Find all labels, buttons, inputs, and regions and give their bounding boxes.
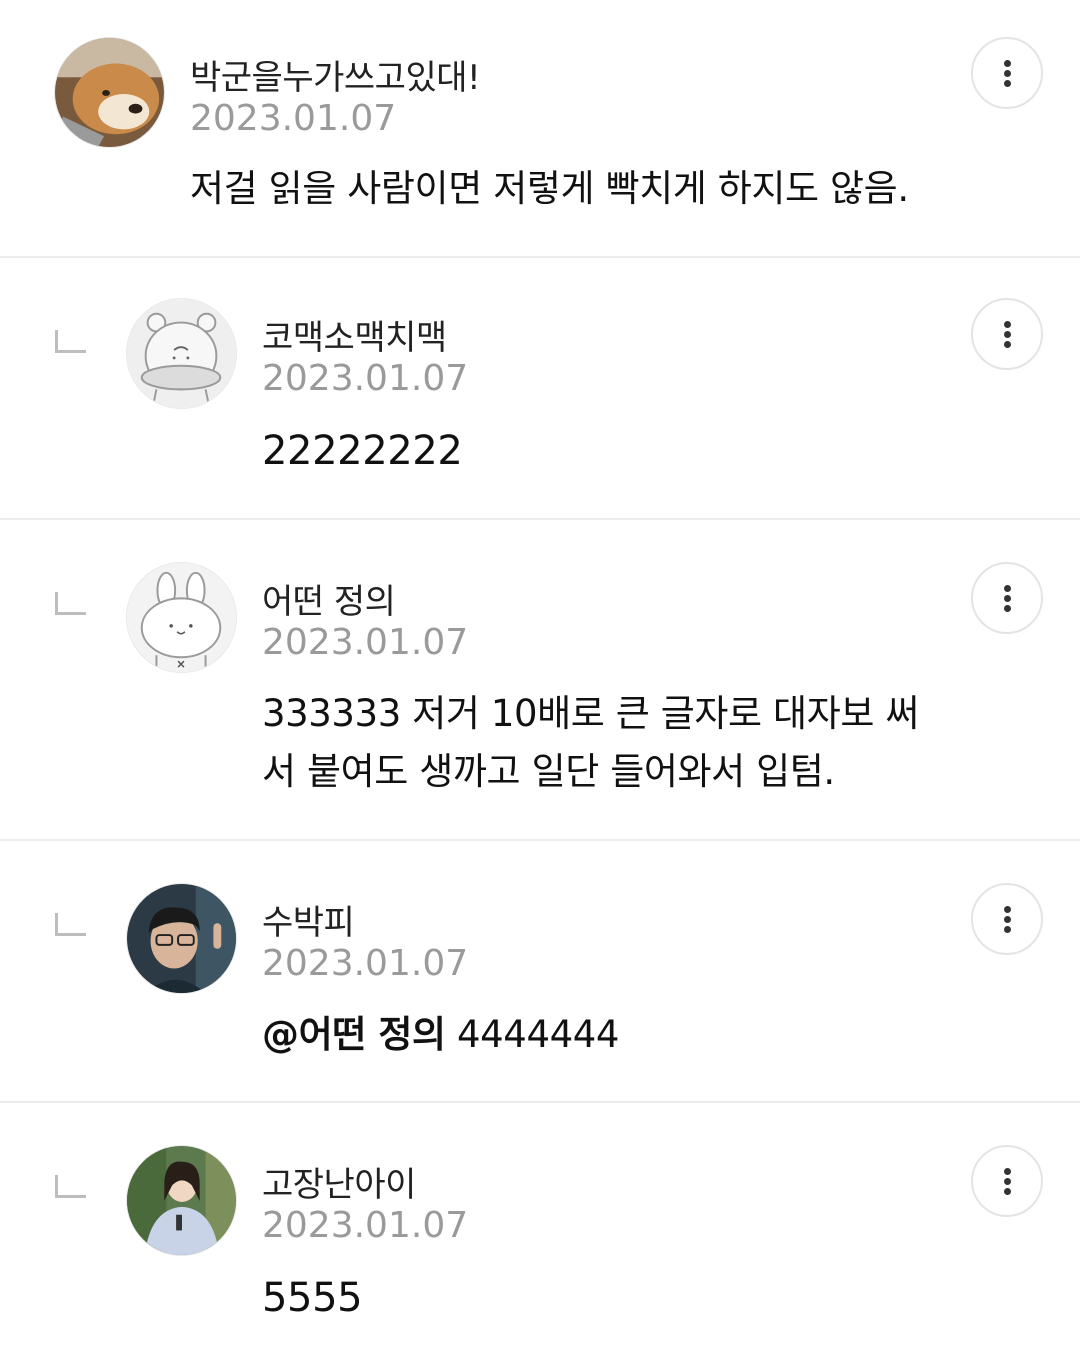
avatar[interactable]: [126, 562, 237, 673]
bunny-avatar-image: [127, 563, 236, 672]
comment-date: 2023.01.07: [262, 1205, 469, 1246]
reply-item: 수박피 2023.01.07 @어떤 정의 4444444: [0, 841, 1080, 1103]
reply-item: 코맥소맥치맥 2023.01.07 22222222: [0, 258, 1080, 520]
mention-link[interactable]: @어떤 정의: [262, 1013, 446, 1056]
reply-corner-icon: [55, 1175, 86, 1198]
more-options-button[interactable]: [971, 883, 1043, 955]
more-options-button[interactable]: [971, 298, 1043, 370]
comment-text: 22222222: [262, 428, 463, 474]
reply-corner-icon: [55, 913, 86, 936]
comment-text-line-2: 서 붙여도 생까고 일단 들어와서 입텀.: [262, 750, 835, 793]
comment-date: 2023.01.07: [262, 943, 469, 984]
author-name[interactable]: 코맥소맥치맥: [262, 310, 447, 359]
comment-text: 5555: [262, 1275, 363, 1321]
reply-corner-icon: [55, 592, 86, 615]
author-name[interactable]: 박군을누가쓰고있대!: [190, 50, 481, 99]
comment-date: 2023.01.07: [262, 358, 469, 399]
avatar[interactable]: [126, 298, 237, 409]
more-options-button[interactable]: [971, 37, 1043, 109]
comment-text-rest: 4444444: [445, 1013, 620, 1056]
comment-item: 박군을누가쓰고있대! 2023.01.07 저걸 읽을 사람이면 저렇게 빡치게…: [0, 0, 1080, 258]
more-options-button[interactable]: [971, 562, 1043, 634]
avatar[interactable]: [126, 883, 237, 994]
person-avatar-image: [127, 1146, 236, 1255]
comment-date: 2023.01.07: [262, 622, 469, 663]
more-vertical-icon: [1004, 321, 1011, 328]
more-vertical-icon: [1004, 60, 1011, 67]
bear-avatar-image: [127, 299, 236, 408]
more-vertical-icon: [1004, 906, 1011, 913]
comment-date: 2023.01.07: [190, 98, 397, 139]
author-name[interactable]: 어떤 정의: [262, 574, 396, 623]
author-name[interactable]: 고장난아이: [262, 1157, 416, 1206]
reply-item: 어떤 정의 2023.01.07 333333 저거 10배로 큰 글자로 대자…: [0, 520, 1080, 841]
dog-avatar-image: [55, 38, 164, 147]
author-name[interactable]: 수박피: [262, 895, 355, 944]
more-vertical-icon: [1004, 585, 1011, 592]
more-vertical-icon: [1004, 1168, 1011, 1175]
comment-text-line-1: 333333 저거 10배로 큰 글자로 대자보 써: [262, 692, 919, 735]
avatar[interactable]: [126, 1145, 237, 1256]
comment-text: @어떤 정의 4444444: [262, 1006, 619, 1064]
person-avatar-image: [127, 884, 236, 993]
avatar[interactable]: [54, 37, 165, 148]
more-options-button[interactable]: [971, 1145, 1043, 1217]
reply-corner-icon: [55, 330, 86, 353]
comment-text: 저걸 읽을 사람이면 저렇게 빡치게 하지도 않음.: [190, 167, 909, 210]
reply-item: 고장난아이 2023.01.07 5555: [0, 1103, 1080, 1363]
